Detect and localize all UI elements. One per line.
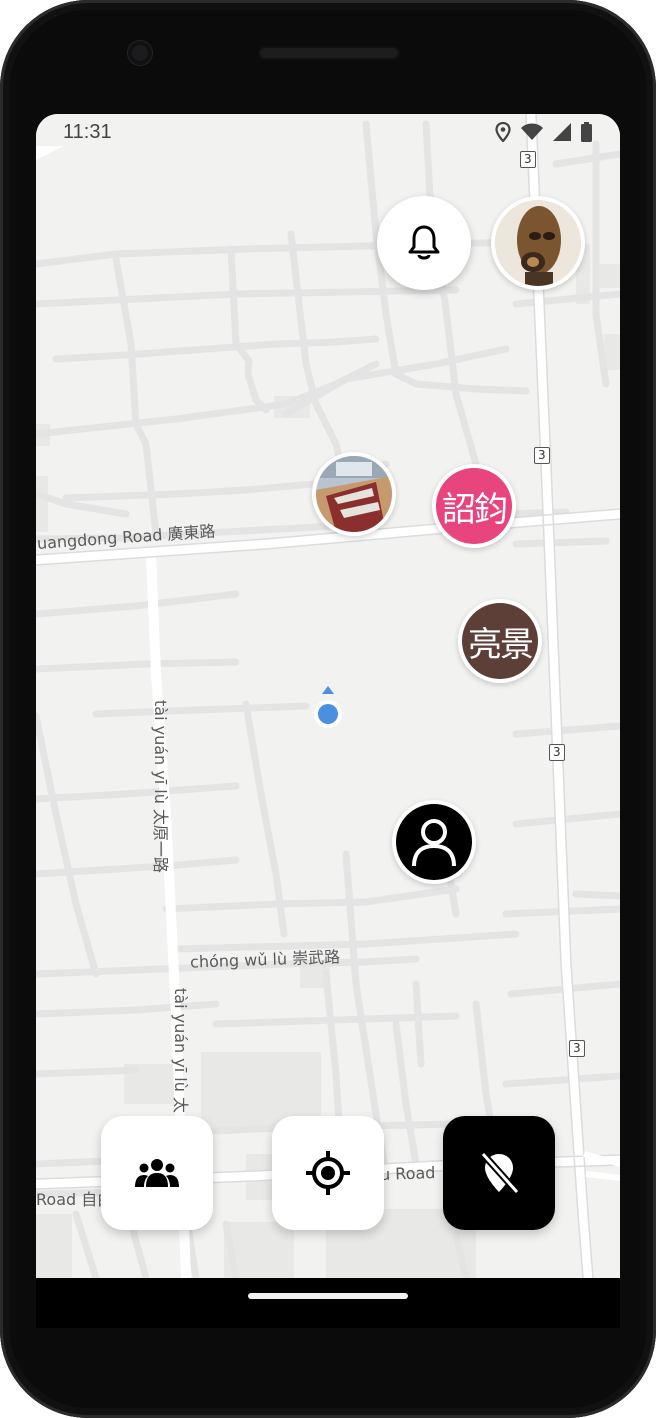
route-shield: 3 <box>569 1040 585 1057</box>
friend-initials: 詔鈞 <box>442 489 508 530</box>
road-label-taiyuan-2: tài yuán yī lù 太 <box>171 988 190 1113</box>
person-icon <box>396 804 472 880</box>
status-time: 11:31 <box>63 121 112 143</box>
phone-frame: 3 3 3 3 uangdong Road 廣東路 tài yuán yī lù… <box>0 0 656 1418</box>
system-navigation-bar <box>36 1278 620 1328</box>
location-off-icon <box>480 1151 520 1195</box>
crosshair-icon <box>306 1151 350 1195</box>
app-screen: 3 3 3 3 uangdong Road 廣東路 tài yuán yī lù… <box>36 114 620 1278</box>
route-shield: 3 <box>520 151 536 168</box>
road-label-taiyuan-1: tài yuán yī lù 太原一路 <box>151 700 170 873</box>
status-bar: 11:31 <box>36 114 620 150</box>
friend-initials-badge: 詔鈞 <box>436 468 512 544</box>
route-shield: 3 <box>534 447 550 464</box>
friend-initials-badge: 亮景 <box>462 603 538 679</box>
battery-icon <box>581 122 592 142</box>
friends-button[interactable] <box>101 1116 213 1230</box>
current-location-marker <box>314 686 342 728</box>
profile-avatar-button[interactable] <box>491 196 585 290</box>
bell-icon <box>408 225 440 260</box>
group-icon <box>135 1159 179 1187</box>
hide-location-button[interactable] <box>443 1116 555 1230</box>
locate-me-button[interactable] <box>272 1116 384 1230</box>
wifi-icon <box>521 123 543 140</box>
signal-icon <box>553 123 571 141</box>
friend-marker-1[interactable]: 詔鈞 <box>432 464 516 548</box>
status-icons <box>495 122 592 142</box>
profile-photo <box>495 200 581 286</box>
location-icon <box>495 122 511 142</box>
friend-marker-photo[interactable] <box>312 452 396 536</box>
home-indicator[interactable] <box>248 1293 408 1299</box>
friend-photo <box>316 456 392 532</box>
friend-marker-2[interactable]: 亮景 <box>458 599 542 683</box>
notifications-button[interactable] <box>377 196 471 290</box>
friend-marker-3[interactable] <box>392 800 476 884</box>
route-shield: 3 <box>549 744 565 761</box>
friend-initials: 亮景 <box>468 624 534 665</box>
road-label-bottom-mid: u Road <box>379 1163 436 1184</box>
front-camera <box>128 41 152 65</box>
earpiece-speaker <box>258 46 400 60</box>
